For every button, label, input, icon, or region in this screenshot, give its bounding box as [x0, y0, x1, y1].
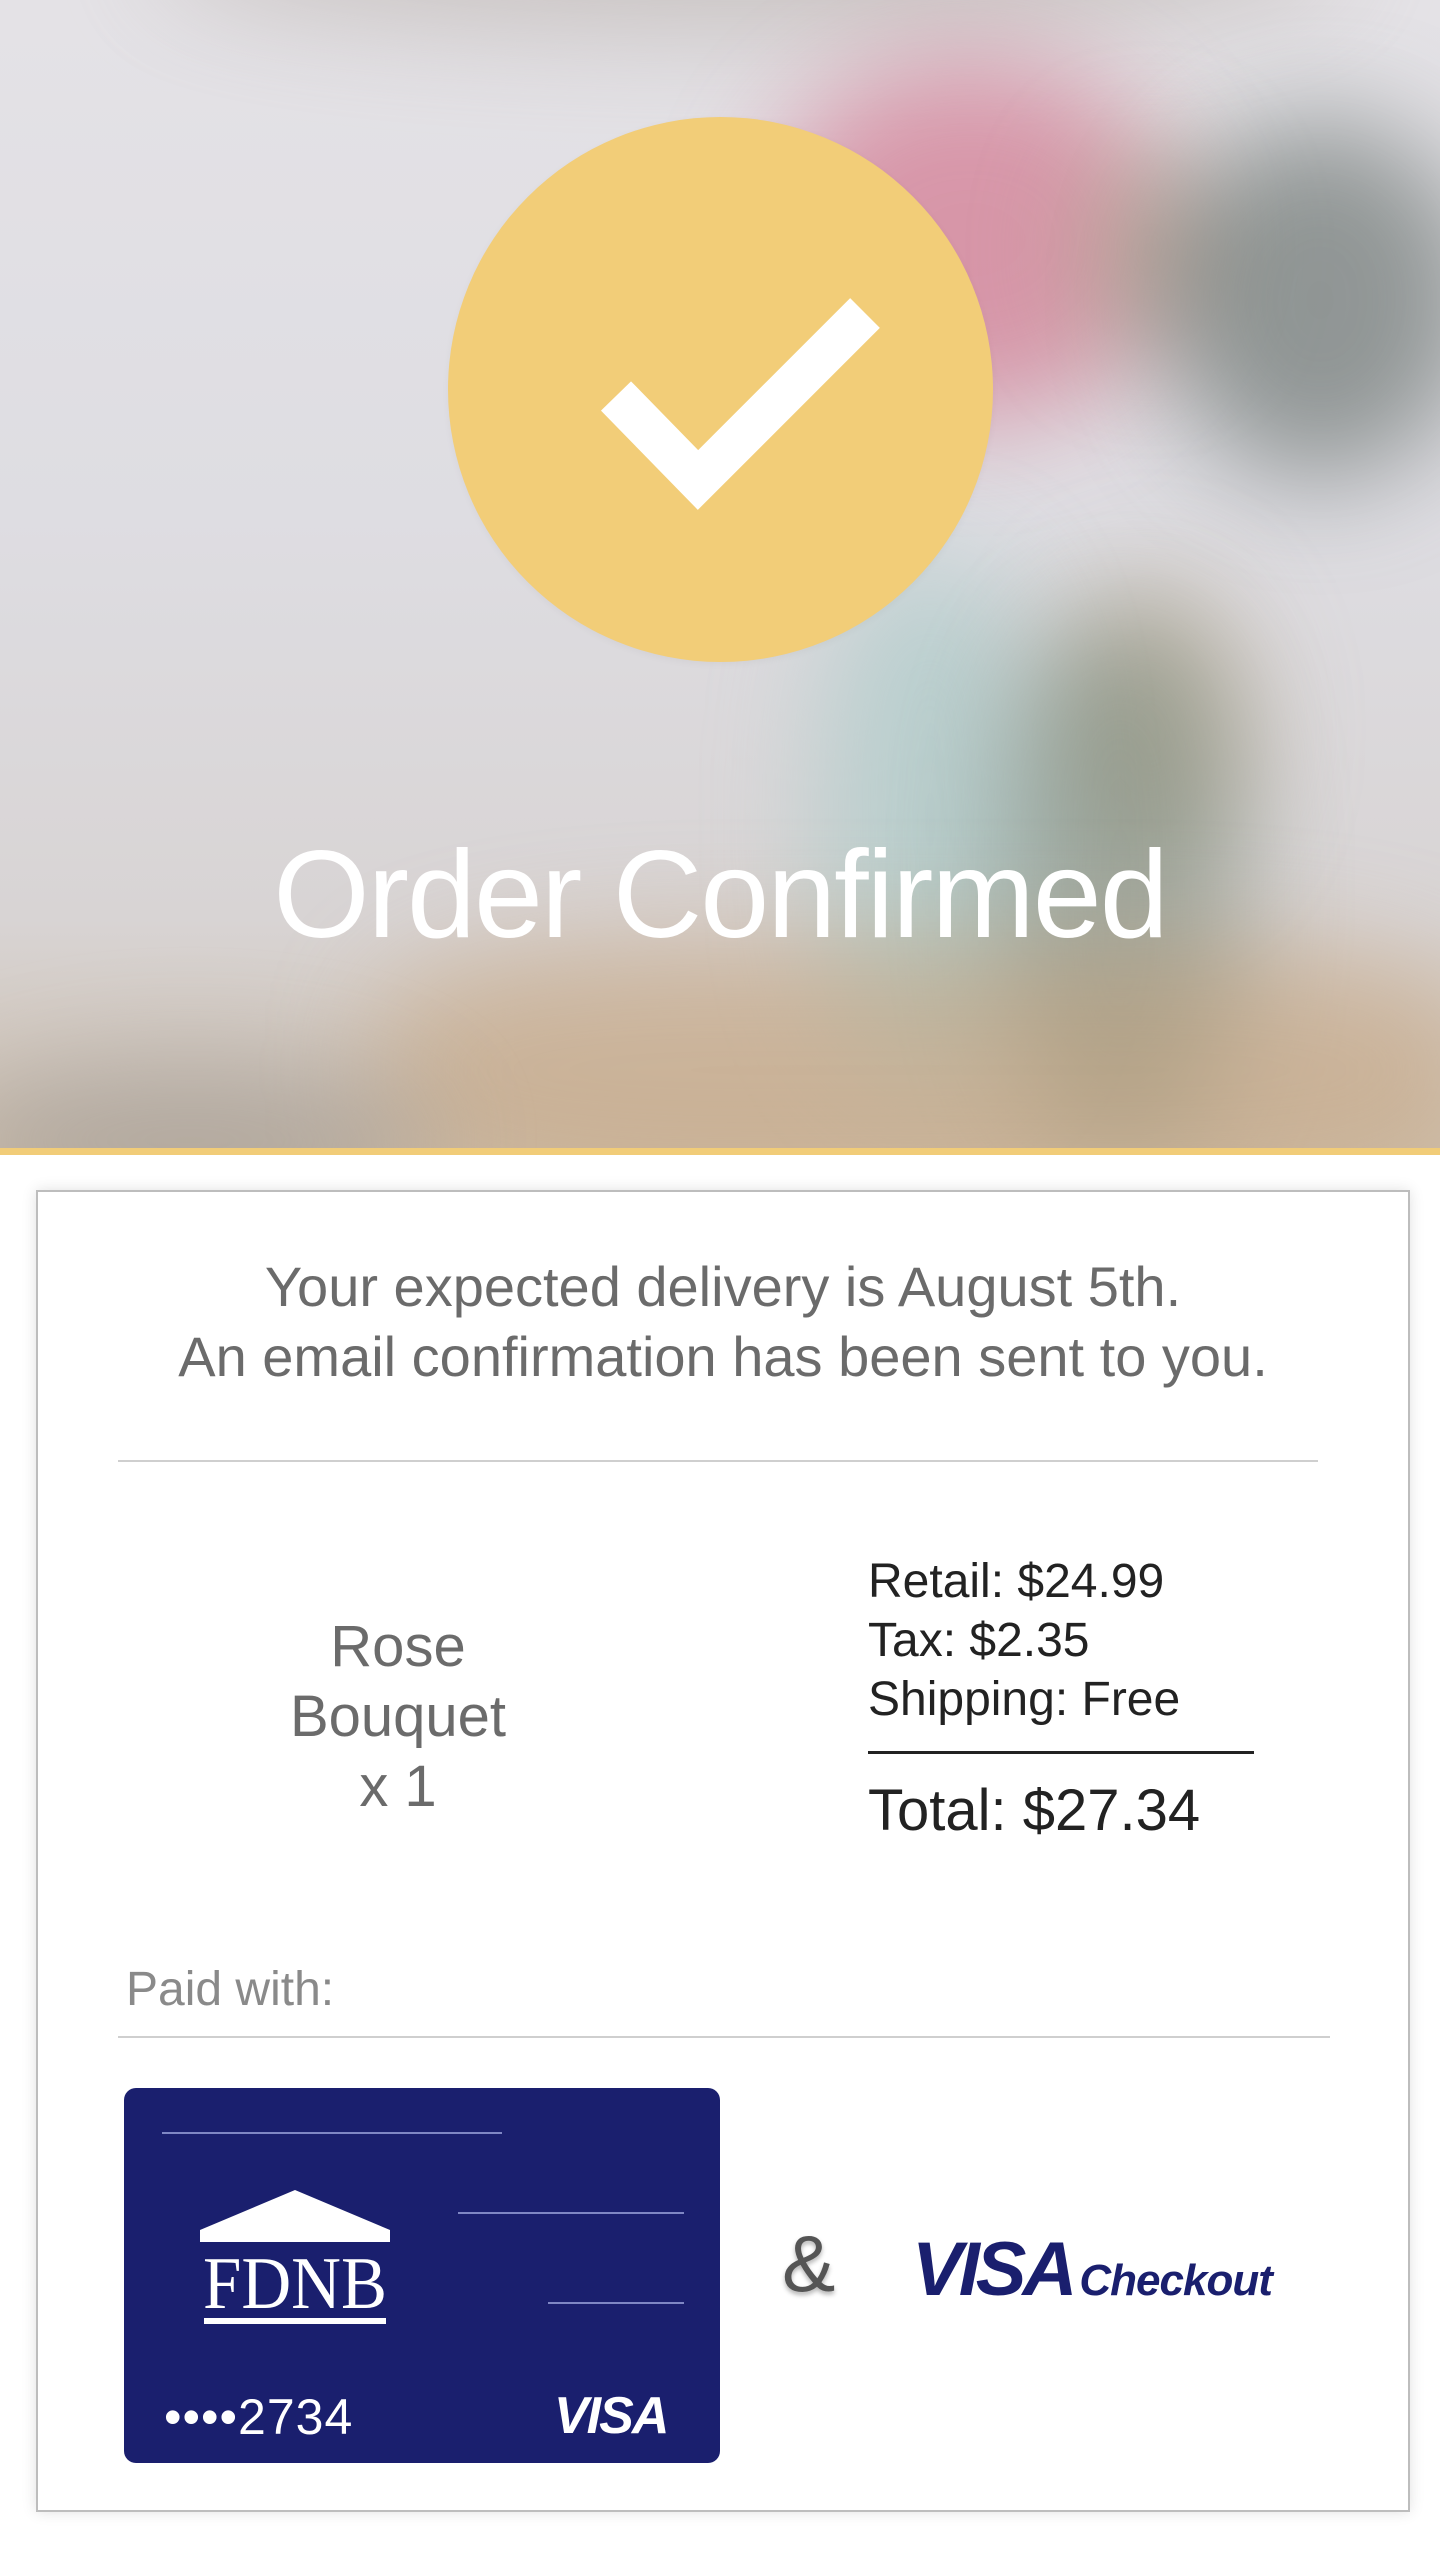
- card-decoration-line: [162, 2132, 502, 2134]
- item-quantity: x 1: [359, 1754, 437, 1819]
- hero-divider: [0, 1148, 1440, 1155]
- visa-checkout-brand: VISA: [912, 2227, 1077, 2312]
- total-divider: [868, 1751, 1254, 1754]
- delivery-message: Your expected delivery is August 5th. An…: [38, 1252, 1408, 1392]
- background-blur: [150, 0, 1350, 30]
- email-confirmation-text: An email confirmation has been sent to y…: [178, 1325, 1268, 1388]
- divider: [118, 2036, 1330, 2038]
- tax-amount: Tax: $2.35: [868, 1614, 1090, 1667]
- retail-price: Retail: $24.99: [868, 1555, 1165, 1608]
- visa-checkout-product: Checkout: [1079, 2256, 1272, 2305]
- check-icon: [600, 298, 880, 510]
- order-item: Rose Bouquet x 1: [228, 1612, 568, 1822]
- bank-logo-text: FDNB: [203, 2243, 387, 2325]
- order-summary-card: Your expected delivery is August 5th. An…: [36, 1190, 1410, 2512]
- visa-checkout-logo: VISA Checkout: [912, 2226, 1273, 2313]
- ampersand: &: [782, 2219, 836, 2308]
- paid-with-label: Paid with:: [126, 1963, 335, 2016]
- order-total: Total: $27.34: [868, 1778, 1201, 1843]
- background-blur: [1160, 120, 1440, 480]
- item-name-continued: Bouquet: [289, 1684, 507, 1749]
- divider: [118, 1460, 1318, 1462]
- payment-card: FDNB ••••2734 VISA: [124, 2088, 720, 2463]
- hero-banner: Order Confirmed: [0, 0, 1440, 1148]
- card-decoration-line: [548, 2302, 684, 2304]
- masked-card-number: ••••2734: [164, 2389, 354, 2445]
- bank-building-icon: FDNB: [200, 2190, 390, 2325]
- card-decoration-line: [458, 2212, 684, 2214]
- background-blur: [0, 1060, 440, 1148]
- background-blur: [380, 940, 1440, 1148]
- success-badge: [448, 117, 993, 662]
- shipping-cost: Shipping: Free: [868, 1673, 1181, 1726]
- delivery-date-text: Your expected delivery is August 5th.: [264, 1255, 1182, 1318]
- item-name: Rose: [330, 1614, 466, 1679]
- card-network-logo: VISA: [554, 2387, 669, 2445]
- page-title: Order Confirmed: [273, 826, 1168, 964]
- cost-breakdown: Retail: $24.99 Tax: $2.35 Shipping: Free…: [868, 1552, 1288, 1844]
